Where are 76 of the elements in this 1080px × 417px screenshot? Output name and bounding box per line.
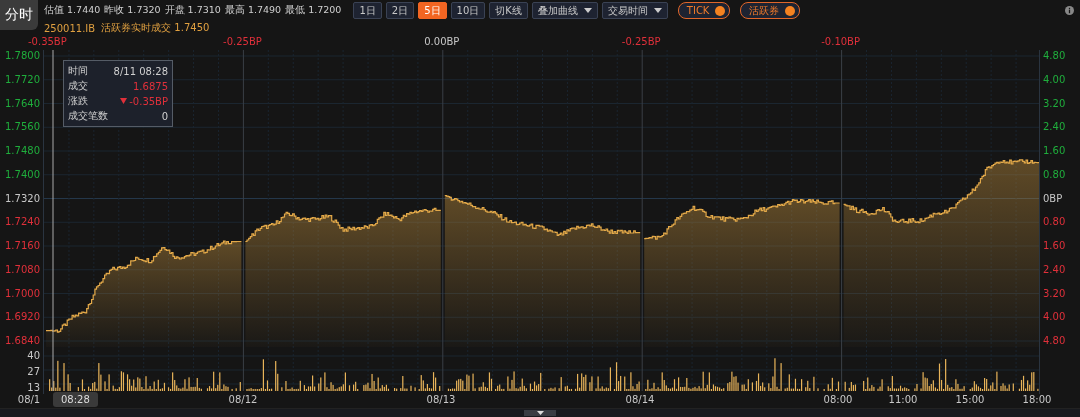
active-bond-trade: 活跃券实时成交 1.7450 [101, 21, 210, 35]
caret-icon [536, 411, 544, 415]
price-tick: 1.7400 [5, 168, 40, 181]
time-share-tab[interactable]: 分时 [0, 0, 38, 30]
change-tick: 4.80 [1043, 50, 1066, 62]
change-tick: 1.60 [1043, 145, 1066, 157]
price-tick: 1.7080 [5, 263, 40, 276]
price-tick: 1.7000 [5, 287, 40, 300]
quote-stat: 估值 1.7440 [44, 4, 101, 17]
time-tick: 08/12 [228, 394, 258, 405]
toggle-dot-icon [715, 5, 726, 16]
change-tick: 3.20 [1043, 287, 1066, 300]
bond-code: 250011.IB [44, 22, 96, 34]
price-tick: 1.6840 [5, 335, 40, 347]
period-button[interactable]: 10日 [450, 2, 486, 19]
change-tick: 2.40 [1043, 121, 1066, 134]
day-change-label: -0.35BP [28, 36, 67, 47]
time-tick: 08/1 [17, 394, 41, 405]
quote-stat: 最高 1.7490 [224, 4, 282, 17]
price-tick: 1.7560 [5, 121, 40, 134]
time-tick: 08:00 [823, 394, 853, 405]
tooltip-label: 时间 [68, 64, 88, 78]
change-tick: 4.00 [1043, 311, 1066, 324]
kline-button[interactable]: 切K线 [489, 2, 528, 19]
tooltip-value: -0.35BP [129, 95, 168, 107]
tooltip-label: 涨跌 [68, 94, 88, 108]
toggle-button[interactable]: 活跃券 [740, 2, 801, 19]
change-tick: 2.40 [1043, 263, 1066, 276]
change-tick: 0.80 [1043, 168, 1066, 181]
change-tick: 4.00 [1043, 73, 1066, 86]
tooltip-value: 0 [161, 110, 168, 122]
price-tick: 1.7160 [5, 240, 40, 252]
price-tick: 1.7640 [5, 97, 40, 110]
down-triangle-icon [120, 98, 128, 104]
tooltip-label: 成交 [68, 79, 88, 93]
volume-tick: 13 [27, 382, 40, 394]
volume-tick: 27 [27, 366, 40, 378]
day-change-label: -0.10BP [821, 36, 860, 47]
tooltip-value: 8/11 08:28 [113, 65, 168, 77]
toggle-button[interactable]: TICK [677, 2, 731, 19]
quote-stat: 开盘 1.7310 [164, 4, 221, 17]
day-change-label: 0.00BP [424, 36, 460, 47]
change-tick: 1.60 [1043, 240, 1066, 252]
crosshair-time-label: 08:28 [53, 392, 98, 407]
period-button[interactable]: 2日 [385, 2, 415, 19]
tooltip-value: 1.6875 [133, 80, 168, 92]
dropdown[interactable]: 交易时间 [601, 2, 668, 19]
time-tick: 15:00 [955, 394, 985, 405]
price-tick: 1.7480 [5, 145, 40, 157]
scrollbar[interactable] [0, 408, 1080, 417]
scroll-thumb[interactable] [524, 410, 556, 416]
toggle-dot-icon [785, 5, 796, 16]
dropdown[interactable]: 叠加曲线 [531, 2, 598, 19]
change-tick: 0BP [1043, 192, 1064, 205]
time-tick: 11:00 [888, 394, 918, 405]
time-tick: 18:00 [1022, 394, 1052, 405]
info-icon[interactable] [1065, 6, 1074, 15]
period-button[interactable]: 1日 [353, 2, 382, 19]
quote-stat: 昨收 1.7320 [104, 4, 161, 17]
change-tick: 4.80 [1043, 335, 1066, 347]
day-change-label: -0.25BP [223, 36, 262, 47]
day-change-label: -0.25BP [621, 36, 661, 47]
volume-tick: 40 [27, 350, 40, 362]
price-tick: 1.7800 [5, 50, 40, 62]
change-tick: 3.20 [1043, 97, 1066, 110]
price-tick: 1.7720 [5, 73, 40, 86]
price-tick: 1.7320 [5, 192, 40, 205]
quote-stat: 最低 1.7200 [285, 4, 342, 17]
price-tick: 1.7240 [5, 216, 40, 229]
tooltip-label: 成交笔数 [68, 109, 108, 123]
change-tick: 0.80 [1043, 216, 1066, 229]
caret-icon [583, 8, 592, 13]
price-tick: 1.6920 [5, 311, 40, 324]
time-tick: 08/14 [625, 394, 655, 405]
caret-icon [653, 8, 662, 13]
time-tick: 08/13 [426, 394, 456, 405]
